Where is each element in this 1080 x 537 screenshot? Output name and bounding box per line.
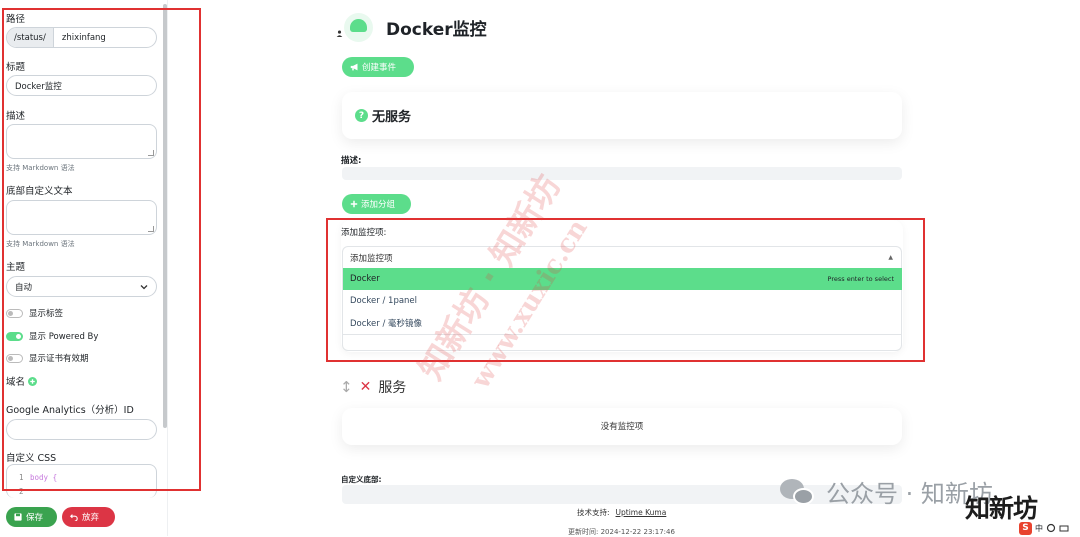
group-header: ↕ ✕ 服务 [340, 377, 406, 397]
upload-logo-icon[interactable] [336, 30, 343, 39]
path-label: 路径 [6, 14, 26, 25]
monitor-select-input[interactable]: 添加监控项 ▲ [342, 246, 902, 268]
monitor-select-placeholder: 添加监控项 [350, 253, 393, 264]
toggle-powered-by-row[interactable]: 显示 Powered By [6, 330, 98, 342]
monitor-option[interactable]: Docker / 1panel [343, 290, 902, 312]
kuma-logo-icon [350, 19, 367, 32]
domain-label-row: 域名 [6, 374, 38, 388]
question-icon: ? [355, 109, 368, 122]
resize-grip-icon[interactable] [148, 226, 154, 232]
dropdown-divider [343, 334, 902, 335]
ime-toolbar[interactable]: S 中 [1019, 521, 1077, 535]
add-monitor-label: 添加监控项: [341, 228, 387, 238]
save-button-label: 保存 [26, 513, 44, 523]
page-title[interactable]: Docker监控 [386, 15, 487, 40]
show-powered-by-label: 显示 Powered By [29, 332, 99, 342]
description-label: 描述 [6, 111, 26, 122]
custom-footer-label: 自定义底部: [341, 475, 382, 484]
undo-icon [70, 514, 78, 521]
add-group-button[interactable]: 添加分组 [342, 194, 411, 214]
drag-handle-icon[interactable]: ↕ [340, 378, 353, 396]
slug-input-group[interactable]: /status/ zhixinfang [6, 27, 157, 48]
no-monitors-text: 没有监控项 [600, 422, 644, 432]
caret-up-icon[interactable]: ▲ [888, 254, 893, 261]
footer-text-label: 底部自定义文本 [6, 186, 73, 197]
save-button[interactable]: 保存 [6, 507, 57, 527]
bullhorn-icon [350, 63, 358, 71]
sidebar-scrollbar-thumb[interactable] [163, 4, 167, 428]
line-number: 2 [19, 487, 24, 496]
ime-mode[interactable]: 中 [1035, 523, 1043, 534]
domain-label: 域名 [6, 377, 26, 388]
toggle-cert-expiry-row[interactable]: 显示证书有效期 [6, 352, 89, 364]
google-analytics-label: Google Analytics（分析）ID [6, 405, 134, 416]
monitor-option-label: Docker / 1panel [350, 296, 418, 306]
google-analytics-input[interactable] [6, 419, 157, 440]
description-area[interactable] [342, 167, 902, 180]
show-tags-label: 显示标签 [29, 309, 64, 319]
description-heading: 描述: [341, 156, 362, 166]
monitor-select-dropdown: Docker Press enter to select Docker / 1p… [342, 268, 902, 351]
show-cert-expiry-toggle[interactable] [6, 353, 23, 363]
markdown-hint-footer: 支持 Markdown 语法 [6, 240, 75, 248]
uptime-kuma-link[interactable]: Uptime Kuma [616, 508, 667, 517]
theme-label: 主题 [6, 262, 26, 273]
theme-select-value: 自动 [15, 282, 33, 293]
plus-icon [350, 200, 358, 208]
sogou-ime-icon[interactable]: S [1019, 521, 1032, 535]
add-domain-icon[interactable] [28, 376, 38, 386]
cancel-button[interactable]: 放弃 [62, 507, 115, 527]
overall-status-text: 无服务 [372, 110, 412, 125]
code-line: body { [30, 473, 58, 482]
wechat-icon [780, 477, 816, 507]
settings-sidebar: 路径 /status/ zhixinfang 标题 Docker监控 描述 支持… [0, 0, 168, 536]
chevron-down-icon [140, 284, 148, 289]
toggle-show-tags-row[interactable]: 显示标签 [6, 307, 63, 319]
ime-settings-icon[interactable] [1046, 523, 1056, 533]
title-label: 标题 [6, 62, 26, 73]
line-number: 1 [19, 473, 24, 482]
monitor-option[interactable]: Docker Press enter to select [343, 268, 902, 290]
slug-input[interactable]: zhixinfang [54, 28, 114, 47]
custom-css-label: 自定义 CSS [6, 453, 57, 464]
ime-keyboard-icon[interactable] [1059, 523, 1069, 533]
settings-scroll-area: 路径 /status/ zhixinfang 标题 Docker监控 描述 支持… [0, 0, 168, 498]
delete-group-icon[interactable]: ✕ [360, 379, 372, 395]
add-group-label: 添加分组 [361, 200, 396, 210]
powered-by: 技术支持: Uptime Kuma [577, 507, 666, 518]
overall-status: ? 无服务 [355, 106, 411, 125]
monitor-option-label: Docker / 毫秒镜像 [350, 319, 423, 329]
powered-by-label: 技术支持: [577, 508, 610, 517]
create-incident-button[interactable]: 创建事件 [342, 57, 414, 77]
overall-status-card [342, 92, 902, 139]
brand-logo: 知新坊 [965, 494, 1038, 523]
monitor-option-label: Docker [350, 274, 380, 284]
group-name[interactable]: 服务 [378, 377, 406, 397]
cancel-button-label: 放弃 [82, 513, 100, 523]
title-input[interactable]: Docker监控 [6, 75, 157, 96]
theme-select[interactable]: 自动 [6, 276, 157, 297]
resize-grip-icon[interactable] [148, 150, 154, 156]
show-powered-by-toggle[interactable] [6, 331, 23, 341]
show-cert-expiry-label: 显示证书有效期 [29, 354, 89, 364]
description-textarea[interactable] [6, 124, 157, 159]
markdown-hint: 支持 Markdown 语法 [6, 164, 75, 172]
wechat-watermark: 公众号 · 知新坊 [780, 474, 993, 509]
create-incident-label: 创建事件 [362, 63, 397, 73]
slug-prefix: /status/ [7, 28, 54, 47]
save-icon [14, 513, 22, 521]
enter-to-select-hint: Press enter to select [827, 275, 894, 283]
footer-text-textarea[interactable] [6, 200, 157, 235]
monitor-option[interactable]: Docker / 毫秒镜像 [343, 312, 902, 334]
show-tags-toggle[interactable] [6, 308, 23, 318]
custom-css-editor[interactable]: 1 body { 2 [6, 464, 157, 498]
